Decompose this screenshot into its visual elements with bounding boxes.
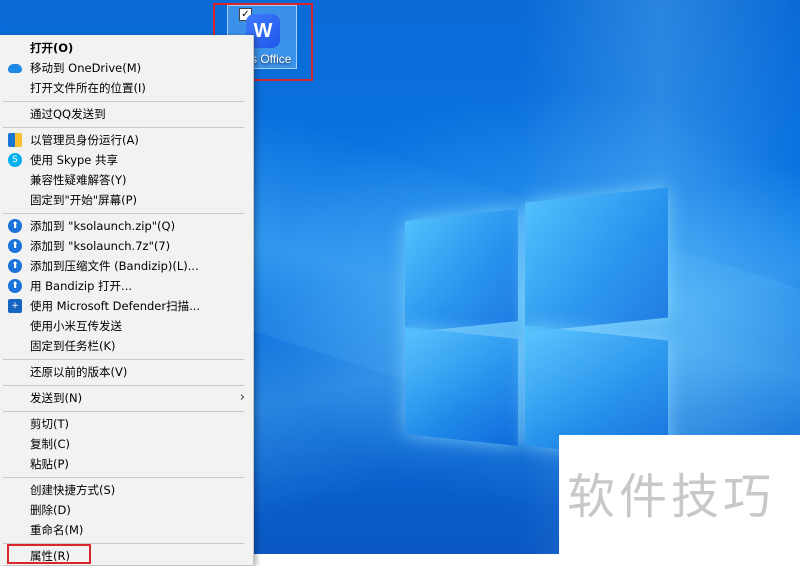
menu-item-label: 删除(D) bbox=[30, 503, 71, 517]
menu-item-label: 使用 Skype 共享 bbox=[30, 153, 119, 167]
menu-item-label: 添加到压缩文件 (Bandizip)(L)... bbox=[30, 259, 199, 273]
uac-shield-icon bbox=[8, 133, 22, 147]
menu-item-delete[interactable]: 删除(D) bbox=[0, 500, 253, 520]
menu-item-label: 用 Bandizip 打开... bbox=[30, 279, 133, 293]
menu-item-add-to-7z[interactable]: ⬆ 添加到 "ksolaunch.7z"(7) bbox=[0, 236, 253, 256]
menu-item-label: 通过QQ发送到 bbox=[30, 107, 106, 121]
menu-item-label: 固定到"开始"屏幕(P) bbox=[30, 193, 137, 207]
watermark-text: 软件技巧 bbox=[567, 469, 776, 525]
menu-item-pin-to-taskbar[interactable]: 固定到任务栏(K) bbox=[0, 336, 253, 356]
menu-item-rename[interactable]: 重命名(M) bbox=[0, 520, 253, 540]
menu-item-label: 创建快捷方式(S) bbox=[30, 483, 116, 497]
menu-item-cut[interactable]: 剪切(T) bbox=[0, 414, 253, 434]
cloud-icon bbox=[8, 64, 22, 73]
menu-item-label: 移动到 OneDrive(M) bbox=[30, 61, 142, 75]
menu-item-label: 重命名(M) bbox=[30, 523, 84, 537]
menu-item-troubleshoot-compat[interactable]: 兼容性疑难解答(Y) bbox=[0, 170, 253, 190]
menu-item-label: 打开(O) bbox=[30, 41, 74, 55]
menu-item-label: 使用小米互传发送 bbox=[30, 319, 122, 333]
menu-separator bbox=[3, 127, 244, 128]
menu-item-restore-previous[interactable]: 还原以前的版本(V) bbox=[0, 362, 253, 382]
windows-logo-pane bbox=[525, 187, 668, 333]
menu-separator bbox=[3, 101, 244, 102]
menu-item-pin-to-start[interactable]: 固定到"开始"屏幕(P) bbox=[0, 190, 253, 210]
menu-item-copy[interactable]: 复制(C) bbox=[0, 434, 253, 454]
watermark-panel: 软件技巧 bbox=[559, 435, 800, 554]
menu-item-label: 添加到 "ksolaunch.zip"(Q) bbox=[30, 219, 176, 233]
menu-item-send-via-qq[interactable]: 通过QQ发送到 bbox=[0, 104, 253, 124]
menu-item-label: 复制(C) bbox=[30, 437, 71, 451]
menu-item-add-to-archive[interactable]: ⬆ 添加到压缩文件 (Bandizip)(L)... bbox=[0, 256, 253, 276]
bandizip-icon: ⬆ bbox=[8, 279, 22, 293]
chevron-right-icon: › bbox=[239, 390, 245, 405]
menu-item-label: 还原以前的版本(V) bbox=[30, 365, 128, 379]
bandizip-icon: ⬆ bbox=[8, 219, 22, 233]
menu-item-xiaomi-share[interactable]: 使用小米互传发送 bbox=[0, 316, 253, 336]
menu-item-open-file-location[interactable]: 打开文件所在的位置(I) bbox=[0, 78, 253, 98]
menu-item-run-as-admin[interactable]: 以管理员身份运行(A) bbox=[0, 130, 253, 150]
menu-item-send-to[interactable]: 发送到(N) › bbox=[0, 388, 253, 408]
menu-item-label: 以管理员身份运行(A) bbox=[30, 133, 139, 147]
menu-separator bbox=[3, 359, 244, 360]
menu-item-move-to-onedrive[interactable]: 移动到 OneDrive(M) bbox=[0, 58, 253, 78]
menu-item-share-skype[interactable]: S 使用 Skype 共享 bbox=[0, 150, 253, 170]
windows-logo-pane bbox=[405, 209, 518, 333]
menu-item-label: 发送到(N) bbox=[30, 391, 83, 405]
menu-item-defender-scan[interactable]: + 使用 Microsoft Defender扫描... bbox=[0, 296, 253, 316]
context-menu: 打开(O) 移动到 OneDrive(M) 打开文件所在的位置(I) 通过QQ发… bbox=[0, 35, 254, 565]
menu-item-label: 粘贴(P) bbox=[30, 457, 69, 471]
menu-item-open[interactable]: 打开(O) bbox=[0, 38, 253, 58]
menu-item-label: 添加到 "ksolaunch.7z"(7) bbox=[30, 239, 171, 253]
menu-item-label: 打开文件所在的位置(I) bbox=[30, 81, 146, 95]
bandizip-icon: ⬆ bbox=[8, 239, 22, 253]
bandizip-icon: ⬆ bbox=[8, 259, 22, 273]
annotation-red-box bbox=[7, 544, 91, 564]
menu-separator bbox=[3, 477, 244, 478]
menu-item-add-to-zip[interactable]: ⬆ 添加到 "ksolaunch.zip"(Q) bbox=[0, 216, 253, 236]
menu-separator bbox=[3, 385, 244, 386]
menu-item-open-with-bandizip[interactable]: ⬆ 用 Bandizip 打开... bbox=[0, 276, 253, 296]
windows-logo-pane bbox=[405, 327, 518, 446]
menu-separator bbox=[3, 213, 244, 214]
menu-item-label: 剪切(T) bbox=[30, 417, 69, 431]
menu-item-create-shortcut[interactable]: 创建快捷方式(S) bbox=[0, 480, 253, 500]
menu-item-label: 兼容性疑难解答(Y) bbox=[30, 173, 127, 187]
skype-icon: S bbox=[8, 153, 22, 167]
defender-icon: + bbox=[8, 299, 22, 313]
menu-item-paste[interactable]: 粘贴(P) bbox=[0, 454, 253, 474]
menu-item-label: 使用 Microsoft Defender扫描... bbox=[30, 299, 201, 313]
menu-separator bbox=[3, 411, 244, 412]
menu-item-label: 固定到任务栏(K) bbox=[30, 339, 116, 353]
